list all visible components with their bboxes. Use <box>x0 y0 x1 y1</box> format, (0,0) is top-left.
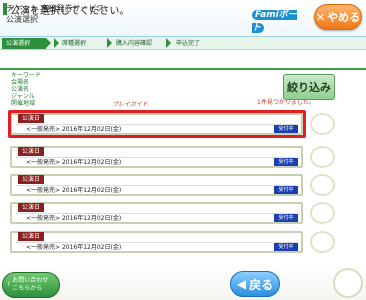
filter-label-venue: 会場名 <box>11 79 30 86</box>
help-label: お問い合わせ こちらから <box>12 277 49 292</box>
step-arrow-icon <box>46 38 51 48</box>
select-circle-button[interactable] <box>310 146 335 168</box>
list-item[interactable]: 公演日 <一般発売> 2016年12月02日(金) 受付中 <box>10 231 303 253</box>
show-date-tag: 公演日 <box>18 175 45 184</box>
filter-label-region: 開催地域 <box>11 100 36 107</box>
filter-label-show: 公演名 <box>11 86 30 93</box>
show-sale-text: <一般発売> 2016年12月02日(金) <box>16 242 296 251</box>
instruction-text: 公演を選択してください。 <box>10 6 130 17</box>
back-label: 戻る <box>249 277 274 292</box>
show-sale-text: <一般発売> 2016年12月02日(金) <box>16 213 296 222</box>
step-4: 申込完了 <box>176 40 201 47</box>
step-arrow-icon <box>107 38 112 48</box>
show-date-tag: 公演日 <box>18 232 45 241</box>
instruction-bar <box>0 52 366 70</box>
quit-label: やめる <box>327 11 361 24</box>
step-progress: 公演選択 席種選択 購入内容確認 申込完了 <box>0 37 366 50</box>
filter-label-keyword: キーワード <box>11 72 42 79</box>
help-button[interactable]: ? お問い合わせ こちらから <box>2 272 60 298</box>
accepting-badge[interactable]: 受付中 <box>274 214 298 222</box>
show-date-tag: 公演日 <box>18 147 45 156</box>
accepting-badge[interactable]: 受付中 <box>274 186 298 194</box>
step-2: 席種選択 <box>62 40 87 47</box>
list-item[interactable]: 公演日 <一般発売> 2016年12月02日(金) 受付中 <box>10 146 303 168</box>
select-circle-button[interactable] <box>310 231 335 253</box>
show-sale-text: <一般発売> 2016年12月02日(金) <box>16 185 296 194</box>
list-item[interactable]: 公演日 <一般発売> 2016年12月02日(金) 受付中 <box>10 174 303 196</box>
step-arrow-icon <box>54 38 59 48</box>
scroll-button[interactable] <box>333 268 363 298</box>
quit-button[interactable]: ✕ やめる <box>314 4 362 30</box>
close-icon: ✕ <box>315 10 326 24</box>
instruction-marker <box>3 3 7 15</box>
selection-highlight <box>8 110 306 138</box>
play-guide-label: プレイガイド <box>112 101 149 108</box>
show-sale-text: <一般発売> 2016年12月02日(金) <box>16 157 296 166</box>
filter-button[interactable]: 絞り込み <box>283 74 335 100</box>
step-1: 公演選択 <box>2 38 46 49</box>
step-arrow-icon <box>166 38 171 48</box>
select-circle-button[interactable] <box>310 174 335 196</box>
accepting-badge[interactable]: 受付中 <box>274 243 298 251</box>
famiport-logo: Famiポート <box>252 7 308 33</box>
show-date-tag: 公演日 <box>18 203 45 212</box>
list-item[interactable]: 公演日 <一般発売> 2016年12月02日(金) 受付中 <box>10 202 303 224</box>
back-button[interactable]: ◀ 戻る <box>230 271 280 297</box>
help-icon: ? <box>7 281 11 288</box>
select-circle-button[interactable] <box>310 113 335 135</box>
filter-label-genre: ジャンル <box>11 93 35 100</box>
step-3: 購入内容確認 <box>116 40 153 47</box>
accepting-badge[interactable]: 受付中 <box>274 158 298 166</box>
select-circle-button[interactable] <box>310 202 335 224</box>
back-arrow-icon: ◀ <box>236 277 247 291</box>
